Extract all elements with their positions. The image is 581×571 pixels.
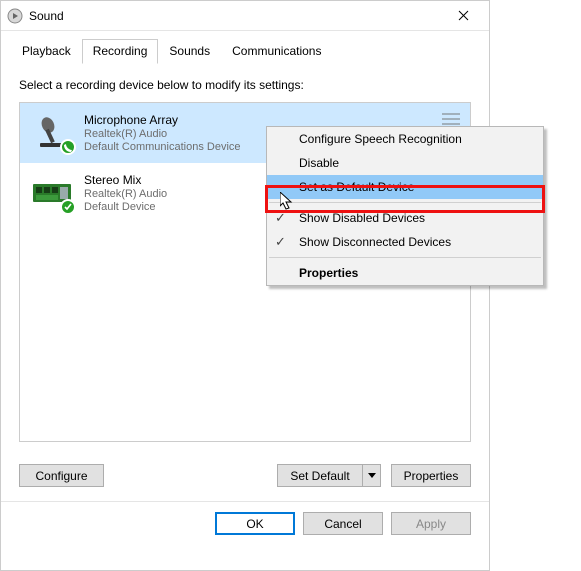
ctx-separator [269, 257, 541, 258]
context-menu: Configure Speech Recognition Disable Set… [266, 126, 544, 286]
device-status: Default Device [84, 201, 167, 213]
set-default-button[interactable]: Set Default [277, 464, 363, 487]
configure-button[interactable]: Configure [19, 464, 104, 487]
soundcard-icon [30, 173, 74, 213]
microphone-icon [30, 113, 74, 153]
cancel-button[interactable]: Cancel [303, 512, 383, 535]
hamburger-icon[interactable] [442, 113, 460, 125]
tabbar: Playback Recording Sounds Communications [1, 31, 489, 64]
tab-sounds[interactable]: Sounds [158, 39, 221, 64]
ctx-separator [269, 202, 541, 203]
tab-recording[interactable]: Recording [82, 39, 159, 64]
ok-button[interactable]: OK [215, 512, 295, 535]
action-bar: Configure Set Default Properties [1, 456, 489, 501]
device-driver: Realtek(R) Audio [84, 128, 241, 140]
ctx-show-disabled[interactable]: ✓Show Disabled Devices [267, 206, 543, 230]
titlebar: Sound [1, 1, 489, 31]
ctx-properties[interactable]: Properties [267, 261, 543, 285]
device-driver: Realtek(R) Audio [84, 188, 167, 200]
app-icon [7, 8, 23, 24]
ctx-show-disconnected[interactable]: ✓Show Disconnected Devices [267, 230, 543, 254]
device-status: Default Communications Device [84, 141, 241, 153]
device-name: Microphone Array [84, 113, 241, 127]
properties-button[interactable]: Properties [391, 464, 471, 487]
phone-badge-icon [60, 139, 76, 155]
device-name: Stereo Mix [84, 173, 167, 187]
dialog-buttons: OK Cancel Apply [1, 501, 489, 547]
ctx-configure-speech[interactable]: Configure Speech Recognition [267, 127, 543, 151]
close-button[interactable] [443, 2, 483, 30]
tab-playback[interactable]: Playback [11, 39, 82, 64]
apply-button[interactable]: Apply [391, 512, 471, 535]
check-icon: ✓ [275, 234, 286, 250]
window-title: Sound [29, 9, 443, 23]
set-default-dropdown[interactable] [363, 464, 381, 487]
ctx-disable[interactable]: Disable [267, 151, 543, 175]
tab-communications[interactable]: Communications [221, 39, 332, 64]
check-icon: ✓ [275, 210, 286, 226]
instruction-text: Select a recording device below to modif… [1, 64, 489, 102]
check-badge-icon [60, 199, 76, 215]
ctx-set-default-device[interactable]: Set as Default Device [267, 175, 543, 199]
